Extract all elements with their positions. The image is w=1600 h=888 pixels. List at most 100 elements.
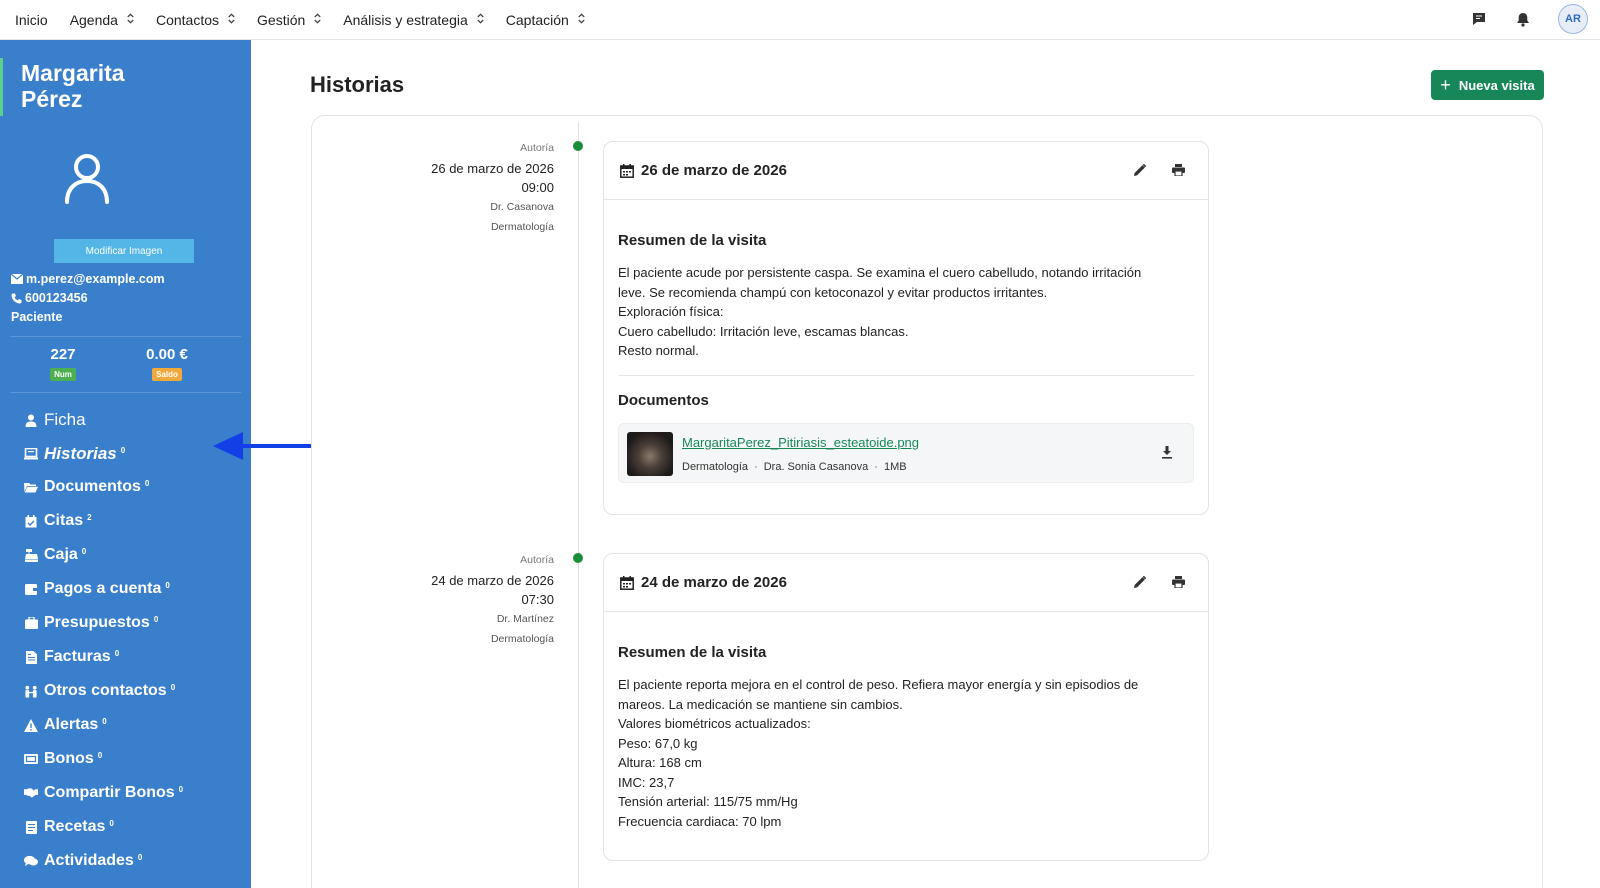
- autoria-label: Autoría: [520, 142, 554, 154]
- patient-avatar-placeholder-icon: [62, 150, 112, 205]
- document-author: Dra. Sonia Casanova: [763, 460, 869, 473]
- patient-email: m.perez@example.com: [11, 272, 165, 286]
- visit-card-title: 24 de marzo de 2026: [641, 574, 787, 591]
- patient-first-name: Margarita: [21, 60, 125, 86]
- stat-saldo-value: 0.00 €: [146, 346, 188, 363]
- menu-agenda[interactable]: Agenda: [70, 12, 134, 28]
- new-visit-button[interactable]: + Nueva visita: [1431, 70, 1544, 100]
- sidebar-item-count: 0: [81, 546, 87, 556]
- stat-saldo-badge: Saldo: [152, 368, 182, 381]
- document-thumbnail[interactable]: [627, 431, 673, 476]
- menu-label: Captación: [505, 11, 569, 28]
- patient-phone: 600123456: [11, 291, 88, 305]
- bell-icon[interactable]: [1514, 10, 1532, 28]
- sidebar-item-ficha[interactable]: Ficha: [24, 410, 86, 430]
- autoria-label: Autoría: [520, 554, 554, 566]
- summary-line: Exploración física:: [618, 304, 724, 319]
- visit-summary: El paciente reporta mejora en el control…: [618, 675, 1194, 831]
- sidebar-item-label: Recetas: [44, 818, 106, 835]
- people-icon: [24, 684, 38, 698]
- summary-line: Resto normal.: [618, 343, 699, 358]
- download-icon[interactable]: [1161, 445, 1175, 460]
- calendar-icon: [620, 575, 634, 590]
- print-icon[interactable]: [1170, 574, 1186, 590]
- menu-label: Contactos: [155, 11, 220, 28]
- sidebar-item-historias[interactable]: Historias 0: [24, 444, 125, 464]
- visit-card: 24 de marzo de 2026 Resumen de la visita…: [603, 553, 1209, 861]
- menu-gestion[interactable]: Gestión: [257, 12, 321, 28]
- sidebar-item-count: 2: [87, 512, 92, 522]
- visit-summary: El paciente acude por persistente caspa.…: [618, 263, 1194, 361]
- sidebar-item-label: Documentos: [44, 478, 141, 495]
- stat-saldo: 0.00 € Saldo: [127, 346, 207, 382]
- menu-label: Inicio: [15, 11, 48, 28]
- timeline-line: [578, 122, 579, 888]
- sidebar-item-label: Alertas: [44, 716, 99, 733]
- divider: [618, 374, 1194, 376]
- chat-icon[interactable]: [1470, 10, 1488, 28]
- patient-sidebar: Margarita Pérez Modificar Imagen m.perez…: [0, 40, 251, 888]
- folder-icon: [24, 480, 38, 494]
- sidebar-item-caja[interactable]: Caja 0: [24, 546, 86, 564]
- visit-card-header: 24 de marzo de 2026: [604, 554, 1208, 612]
- edit-pencil-icon[interactable]: [1132, 162, 1148, 178]
- menu-captacion[interactable]: Captación: [506, 12, 585, 28]
- chevron-updown-icon: [228, 12, 235, 27]
- top-navbar: Inicio Agenda Contactos Gestión Análisis…: [0, 0, 1600, 40]
- sidebar-item-actividades[interactable]: Actividades 0: [24, 852, 142, 870]
- name-accent-bar: [0, 58, 3, 116]
- print-icon[interactable]: [1170, 162, 1186, 178]
- sidebar-item-label: Caja: [44, 546, 78, 563]
- visit-card-actions: [1110, 574, 1186, 590]
- sidebar-item-presupuestos[interactable]: Presupuestos 0: [24, 614, 158, 632]
- wallet-icon: [24, 582, 38, 596]
- email-text: m.perez@example.com: [26, 272, 165, 286]
- summary-title: Resumen de la visita: [618, 644, 767, 661]
- invoice-icon: [24, 650, 38, 664]
- visit-card-actions: [1110, 162, 1186, 178]
- sidebar-item-count: 0: [120, 445, 126, 455]
- laptop-icon: [24, 447, 38, 461]
- sidebar-item-count: 0: [165, 580, 170, 590]
- sidebar-item-documentos[interactable]: Documentos 0: [24, 478, 149, 496]
- new-visit-label: Nueva visita: [1458, 77, 1535, 93]
- sidebar-item-count: 0: [97, 750, 103, 760]
- summary-line: Cuero cabelludo: Irritación leve, escama…: [618, 323, 909, 339]
- menu-analisis[interactable]: Análisis y estrategia: [343, 12, 484, 28]
- user-avatar[interactable]: AR: [1558, 4, 1588, 34]
- summary-line: El paciente reporta mejora en el control…: [618, 677, 1139, 692]
- sidebar-item-label: Citas: [44, 512, 84, 529]
- sidebar-item-facturas[interactable]: Facturas 0: [24, 648, 119, 666]
- role-text: Paciente: [11, 310, 63, 324]
- summary-line: Tensión arterial: 115/75 mm/Hg: [618, 794, 798, 809]
- visit-doctor: Dr. Martínez: [496, 613, 554, 625]
- sidebar-item-compartir-bonos[interactable]: Compartir Bonos 0: [24, 784, 183, 802]
- sidebar-item-alertas[interactable]: Alertas 0: [24, 716, 107, 734]
- visit-meta: Autoría 26 de marzo de 2026 09:00 Dr. Ca…: [390, 142, 554, 233]
- visit-meta: Autoría 24 de marzo de 2026 07:30 Dr. Ma…: [390, 554, 554, 645]
- menu-label: Gestión: [257, 11, 306, 28]
- sidebar-item-label: Historias: [44, 444, 117, 463]
- sidebar-item-otros-contactos[interactable]: Otros contactos 0: [24, 682, 175, 700]
- chevron-updown-icon: [314, 12, 321, 27]
- calendar-check-icon: [24, 514, 38, 528]
- visit-card-title: 26 de marzo de 2026: [641, 162, 787, 179]
- sidebar-item-recetas[interactable]: Recetas 0: [24, 818, 114, 836]
- page-title: Historias: [310, 72, 405, 97]
- summary-line: mareos. La medicación se mantiene sin ca…: [618, 696, 903, 712]
- sidebar-item-label: Otros contactos: [44, 682, 167, 699]
- sidebar-item-citas[interactable]: Citas 2: [24, 512, 92, 530]
- visit-card: 26 de marzo de 2026 Resumen de la visita…: [603, 141, 1209, 515]
- modify-image-button[interactable]: Modificar Imagen: [54, 239, 194, 263]
- visit-specialty: Dermatología: [490, 633, 554, 645]
- cash-register-icon: [24, 548, 38, 562]
- briefcase-icon: [24, 616, 38, 630]
- timeline-dot: [573, 141, 583, 151]
- sidebar-item-bonos[interactable]: Bonos 0: [24, 750, 102, 768]
- menu-inicio[interactable]: Inicio: [15, 12, 48, 28]
- visit-date: 24 de marzo de 2026: [431, 573, 554, 588]
- sidebar-item-pagos[interactable]: Pagos a cuenta 0: [24, 580, 170, 598]
- document-filename-link[interactable]: MargaritaPerez_Pitiriasis_esteatoide.png: [682, 435, 919, 450]
- edit-pencil-icon[interactable]: [1132, 574, 1148, 590]
- menu-contactos[interactable]: Contactos: [156, 12, 235, 28]
